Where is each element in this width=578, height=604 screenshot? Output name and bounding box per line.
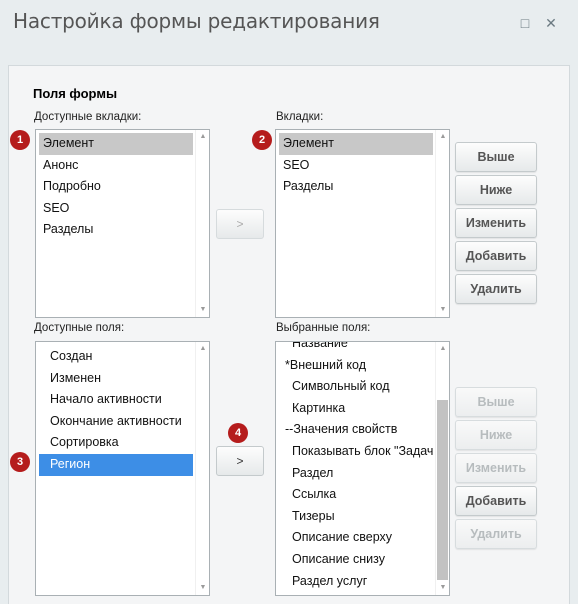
- close-icon[interactable]: ✕: [542, 14, 560, 32]
- list-item[interactable]: Раздел услуг: [279, 571, 433, 593]
- list-item[interactable]: Сортировка: [39, 432, 193, 454]
- callout-badge-4: 4: [228, 423, 248, 443]
- tab-delete-button[interactable]: Удалить: [455, 274, 537, 304]
- tab-up-button[interactable]: Выше: [455, 142, 537, 172]
- scroll-down-arrow-icon[interactable]: ▼: [196, 303, 209, 317]
- available-tabs-list[interactable]: Элемент Анонс Подробно SEO Разделы ▲ ▼: [35, 129, 210, 318]
- restore-icon[interactable]: □: [516, 14, 534, 32]
- scroll-down-arrow-icon[interactable]: ▼: [196, 581, 209, 595]
- list-item[interactable]: SEO: [39, 198, 193, 220]
- list-item[interactable]: Картинка: [279, 398, 433, 420]
- list-item[interactable]: Раздел: [279, 463, 433, 485]
- window-titlebar: Настройка формы редактирования □ ✕: [0, 0, 578, 48]
- scrollbar-thumb[interactable]: [437, 400, 448, 580]
- list-item[interactable]: Название: [279, 342, 433, 355]
- scroll-down-arrow-icon[interactable]: ▼: [436, 303, 449, 317]
- field-up-button[interactable]: Выше: [455, 387, 537, 417]
- scroll-up-arrow-icon[interactable]: ▲: [196, 342, 209, 356]
- field-add-button[interactable]: Добавить: [455, 486, 537, 516]
- list-item[interactable]: *Внешний код: [279, 355, 433, 377]
- list-item[interactable]: Регион: [39, 453, 193, 476]
- list-item[interactable]: Создан: [39, 346, 193, 368]
- available-fields-label: Доступные поля:: [34, 322, 125, 334]
- selected-fields-label: Выбранные поля:: [276, 322, 371, 334]
- tab-edit-button[interactable]: Изменить: [455, 208, 537, 238]
- list-item[interactable]: Подробно: [39, 176, 193, 198]
- list-item[interactable]: Элемент: [279, 133, 433, 155]
- section-title: Поля формы: [33, 86, 118, 101]
- available-fields-list[interactable]: Создан Изменен Начало активности Окончание …: [35, 341, 210, 596]
- scroll-up-arrow-icon[interactable]: ▲: [196, 130, 209, 144]
- list-item[interactable]: Описание сверху: [279, 527, 433, 549]
- list-item[interactable]: Разделы: [39, 219, 193, 241]
- list-item[interactable]: SEO: [279, 155, 433, 177]
- list-item[interactable]: Начало активности: [39, 389, 193, 411]
- callout-badge-3: 3: [10, 452, 30, 472]
- list-item[interactable]: Ссылка: [279, 484, 433, 506]
- list-item[interactable]: Символьный код: [279, 376, 433, 398]
- window-title: Настройка формы редактирования: [13, 9, 380, 33]
- move-tab-button[interactable]: >: [216, 209, 264, 239]
- selected-fields-list[interactable]: Название *Внешний код Символьный код Картин…: [275, 341, 450, 596]
- scrollbar[interactable]: ▲ ▼: [435, 130, 449, 317]
- callout-badge-1: 1: [10, 130, 30, 150]
- list-item[interactable]: Показывать блок "Задача": [279, 441, 433, 463]
- move-field-button[interactable]: >: [216, 446, 264, 476]
- scrollbar[interactable]: ▲ ▼: [195, 342, 209, 595]
- available-tabs-label: Доступные вкладки:: [34, 111, 142, 123]
- scroll-up-arrow-icon[interactable]: ▲: [436, 342, 449, 356]
- list-item[interactable]: Окончание активности: [39, 411, 193, 433]
- tabs-label: Вкладки:: [276, 111, 324, 123]
- list-item[interactable]: Анонс: [39, 155, 193, 177]
- list-item[interactable]: --Значения свойств: [279, 419, 433, 441]
- list-item[interactable]: Тизеры: [279, 506, 433, 528]
- tab-add-button[interactable]: Добавить: [455, 241, 537, 271]
- list-item[interactable]: Элемент: [39, 133, 193, 155]
- list-item[interactable]: Изменен: [39, 368, 193, 390]
- list-item[interactable]: Описание снизу: [279, 549, 433, 571]
- callout-badge-2: 2: [252, 130, 272, 150]
- field-delete-button[interactable]: Удалить: [455, 519, 537, 549]
- scrollbar[interactable]: ▲ ▼: [435, 342, 449, 595]
- scroll-up-arrow-icon[interactable]: ▲: [436, 130, 449, 144]
- tabs-list[interactable]: Элемент SEO Разделы ▲ ▼: [275, 129, 450, 318]
- field-edit-button[interactable]: Изменить: [455, 453, 537, 483]
- scrollbar[interactable]: ▲ ▼: [195, 130, 209, 317]
- field-down-button[interactable]: Ниже: [455, 420, 537, 450]
- tab-down-button[interactable]: Ниже: [455, 175, 537, 205]
- list-item[interactable]: Разделы: [279, 176, 433, 198]
- scroll-down-arrow-icon[interactable]: ▼: [436, 581, 449, 595]
